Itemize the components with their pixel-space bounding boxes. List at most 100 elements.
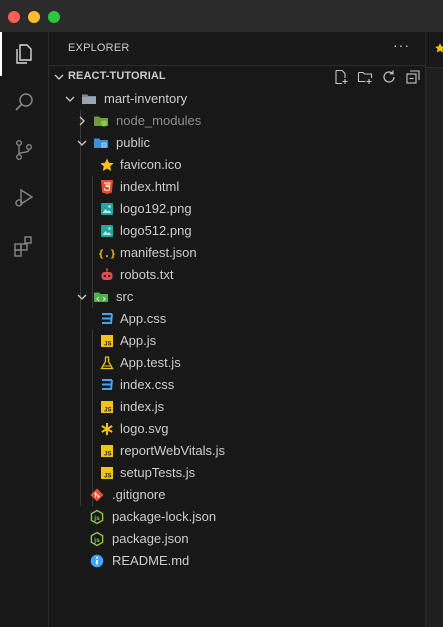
tree-file-row[interactable]: App.css — [49, 308, 425, 330]
svg-text:{.}: {.} — [99, 249, 115, 260]
svg-asterisk-icon — [99, 421, 115, 437]
new-folder-button[interactable] — [356, 68, 374, 86]
tree-file-row[interactable]: js package.json — [49, 528, 425, 550]
new-file-icon — [335, 69, 348, 85]
image-icon — [99, 201, 115, 217]
tree-item-label: package-lock.json — [112, 509, 217, 524]
src-folder-icon — [93, 289, 109, 305]
collapse-all-button[interactable] — [404, 68, 422, 86]
tree-item-label: manifest.json — [120, 245, 197, 260]
tree-file-row[interactable]: logo192.png — [49, 198, 425, 220]
tree-file-row[interactable]: js package-lock.json — [49, 506, 425, 528]
minimize-window-button[interactable] — [28, 11, 40, 23]
node-folder-icon — [93, 113, 109, 129]
tree-item-label: index.js — [120, 399, 165, 414]
favicon-star-icon — [99, 157, 115, 173]
public-folder-icon — [93, 135, 109, 151]
tree-folder-row[interactable]: mart-inventory — [49, 88, 425, 110]
tree-file-row[interactable]: index.html — [49, 176, 425, 198]
run-debug-icon — [15, 188, 34, 207]
workspace-section-header[interactable]: REACT-TUTORIAL — [49, 65, 425, 88]
tree-file-row[interactable]: App.test.js — [49, 352, 425, 374]
explorer-title: EXPLORER — [68, 42, 130, 54]
tree-file-row[interactable]: favicon.ico — [49, 154, 425, 176]
tree-item-label: package.json — [112, 531, 189, 546]
vscode-window: EXPLORER ··· REACT-TUTORIAL mart-invento… — [0, 0, 443, 627]
tree-folder-row[interactable]: public — [49, 132, 425, 154]
new-folder-icon — [357, 71, 373, 84]
new-file-button[interactable] — [332, 68, 350, 86]
close-window-button[interactable] — [8, 11, 20, 23]
tree-file-row[interactable]: README.md — [49, 550, 425, 572]
more-actions-button[interactable]: ··· — [393, 37, 410, 53]
tree-item-label: public — [116, 135, 150, 150]
tree-file-row[interactable]: .gitignore — [49, 484, 425, 506]
tree-folder-row[interactable]: node_modules — [49, 110, 425, 132]
tree-item-label: README.md — [112, 553, 190, 568]
css3-icon — [99, 377, 115, 393]
robot-icon — [99, 267, 115, 283]
javascript-icon: JS — [99, 399, 115, 415]
search-icon — [15, 93, 33, 111]
tree-file-row[interactable]: logo512.png — [49, 220, 425, 242]
tree-item-label: setupTests.js — [120, 465, 196, 480]
explorer-icon — [16, 44, 32, 64]
activity-explorer[interactable] — [0, 32, 48, 76]
collapse-all-icon — [406, 70, 420, 84]
tree-item-label: robots.txt — [120, 267, 174, 282]
tree-item-label: App.test.js — [120, 355, 181, 370]
svg-text:JS: JS — [104, 474, 111, 480]
tree-file-row[interactable]: JS App.js — [49, 330, 425, 352]
explorer-header: EXPLORER ··· — [49, 32, 425, 64]
tree-item-label: .gitignore — [112, 487, 166, 502]
json-braces-icon: {.} — [99, 245, 115, 261]
tree-file-row[interactable]: robots.txt — [49, 264, 425, 286]
tree-item-label: index.html — [120, 179, 180, 194]
zoom-window-button[interactable] — [48, 11, 60, 23]
tree-file-row[interactable]: logo.svg — [49, 418, 425, 440]
css3-icon — [99, 311, 115, 327]
chevron-down-icon — [77, 140, 87, 146]
nodejs-icon: js — [89, 531, 105, 547]
activity-source-control[interactable] — [0, 128, 48, 172]
html5-icon — [99, 179, 115, 195]
nodejs-icon: js — [89, 509, 105, 525]
activity-bar — [0, 32, 49, 627]
extensions-icon — [14, 236, 32, 257]
svg-text:JS: JS — [104, 342, 111, 348]
activity-search[interactable] — [0, 80, 48, 124]
activity-extensions[interactable] — [0, 224, 48, 268]
explorer-sidebar: EXPLORER ··· REACT-TUTORIAL mart-invento… — [49, 32, 426, 627]
tree-file-row[interactable]: JS index.js — [49, 396, 425, 418]
tree-file-row[interactable]: JS reportWebVitals.js — [49, 440, 425, 462]
title-bar — [0, 0, 443, 32]
tree-folder-row[interactable]: src — [49, 286, 425, 308]
chevron-right-icon — [79, 116, 85, 126]
tree-item-label: logo192.png — [120, 201, 192, 216]
svg-text:js: js — [93, 537, 100, 544]
tree-file-row[interactable]: {.} manifest.json — [49, 242, 425, 264]
folder-open-icon — [81, 91, 97, 107]
chevron-down-icon — [77, 294, 87, 300]
info-icon — [89, 553, 105, 569]
tree-item-label: index.css — [120, 377, 175, 392]
tree-item-label: mart-inventory — [104, 91, 188, 106]
activity-run-debug[interactable] — [0, 176, 48, 220]
tree-item-label: logo512.png — [120, 223, 192, 238]
tree-file-row[interactable]: index.css — [49, 374, 425, 396]
image-icon — [99, 223, 115, 239]
tree-item-label: App.css — [120, 311, 167, 326]
tree-item-label: reportWebVitals.js — [120, 443, 226, 458]
test-flask-icon — [99, 355, 115, 371]
javascript-icon: JS — [99, 465, 115, 481]
section-actions — [332, 68, 422, 86]
tree-item-label: logo.svg — [120, 421, 169, 436]
refresh-icon — [383, 70, 395, 83]
svg-text:JS: JS — [104, 452, 111, 458]
editor-area — [426, 32, 443, 627]
tree-item-label: src — [116, 289, 134, 304]
source-control-icon — [15, 140, 32, 161]
refresh-button[interactable] — [380, 68, 398, 86]
tree-file-row[interactable]: JS setupTests.js — [49, 462, 425, 484]
editor-tab-bar[interactable] — [426, 32, 443, 68]
